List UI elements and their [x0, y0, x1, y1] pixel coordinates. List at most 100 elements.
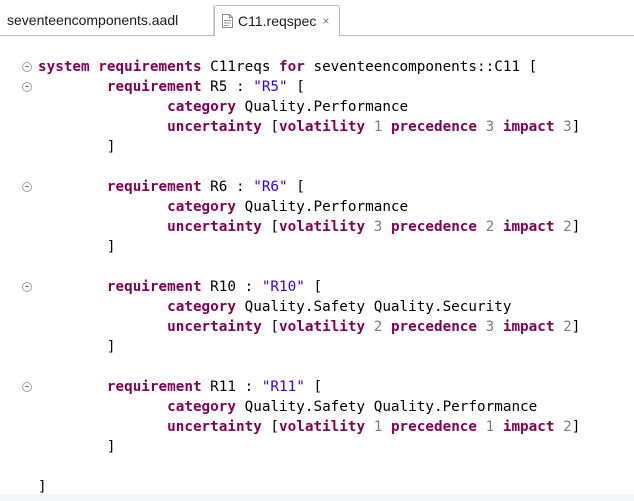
- editor-tab-bar: seventeencomponents.aadl C11.reqspec ×: [0, 0, 634, 36]
- tab-label: seventeencomponents.aadl: [7, 12, 179, 28]
- minus-circle-icon: [22, 82, 32, 92]
- code-number: 2: [563, 419, 572, 435]
- code-line: category Quality.Performance: [38, 97, 580, 117]
- code-string: "R11": [261, 379, 305, 395]
- code-keyword: requirement: [106, 379, 202, 395]
- code-text: [: [261, 219, 280, 235]
- fold-collapse-icon[interactable]: [22, 182, 32, 192]
- code-text: R5 :: [201, 79, 254, 95]
- code-text: Quality.Safety Quality.Performance: [236, 399, 538, 415]
- code-text: [: [261, 419, 280, 435]
- code-line: uncertainty [volatility 1 precedence 3 i…: [38, 117, 580, 137]
- code-text: Quality.Performance: [236, 99, 409, 115]
- code-keyword: volatility: [279, 319, 366, 335]
- code-keyword: impact: [502, 119, 555, 135]
- code-text: ]: [38, 139, 116, 155]
- code-keyword: volatility: [279, 419, 366, 435]
- code-line: uncertainty [volatility 3 precedence 2 i…: [38, 217, 580, 237]
- code-line: requirement R6 : "R6" [: [38, 177, 580, 197]
- code-keyword: category: [167, 299, 236, 315]
- code-area[interactable]: system requirements C11reqs for seventee…: [38, 57, 580, 497]
- minus-circle-icon: [22, 382, 32, 392]
- code-text: [: [287, 179, 305, 195]
- code-number: 2: [563, 319, 572, 335]
- code-text: [: [261, 319, 280, 335]
- fold-collapse-icon[interactable]: [22, 82, 32, 92]
- code-text: ]: [571, 419, 581, 435]
- minus-circle-icon: [22, 62, 32, 72]
- close-icon[interactable]: ×: [320, 6, 332, 37]
- code-text: R6 :: [201, 179, 254, 195]
- code-line: system requirements C11reqs for seventee…: [38, 57, 580, 77]
- minus-circle-icon: [22, 182, 32, 192]
- editor-bottom-strip: [0, 494, 634, 501]
- code-string: "R6": [253, 179, 288, 195]
- code-number: 3: [485, 119, 495, 135]
- fold-collapse-icon[interactable]: [22, 382, 32, 392]
- code-text: ]: [38, 339, 116, 355]
- code-line: ]: [38, 237, 580, 257]
- code-text: Quality.Safety Quality.Security: [236, 299, 512, 315]
- code-text: ]: [38, 439, 116, 455]
- code-text: seventeencomponents::C11 [: [304, 59, 538, 75]
- code-line: ]: [38, 437, 580, 457]
- code-number: 1: [485, 419, 495, 435]
- code-line: category Quality.Safety Quality.Security: [38, 297, 580, 317]
- code-text: ]: [571, 219, 581, 235]
- code-keyword: precedence: [390, 419, 478, 435]
- code-keyword: precedence: [390, 119, 478, 135]
- code-line: category Quality.Safety Quality.Performa…: [38, 397, 580, 417]
- code-number: 2: [563, 219, 572, 235]
- minus-circle-icon: [22, 282, 32, 292]
- fold-collapse-icon[interactable]: [22, 282, 32, 292]
- tab-label: C11.reqspec: [238, 13, 317, 29]
- code-text: R10 :: [201, 279, 262, 295]
- tab-seventeencomponents-aadl[interactable]: seventeencomponents.aadl: [0, 5, 214, 36]
- code-line: category Quality.Performance: [38, 197, 580, 217]
- code-text: ]: [38, 479, 47, 495]
- code-keyword: uncertainty: [167, 119, 262, 135]
- tab-c11-reqspec[interactable]: C11.reqspec ×: [214, 5, 340, 36]
- code-text: [: [304, 379, 323, 395]
- code-keyword: requirements: [98, 59, 202, 75]
- code-keyword: category: [167, 399, 236, 415]
- reqspec-file-icon: [222, 14, 233, 28]
- code-text: R11 :: [201, 379, 262, 395]
- code-keyword: uncertainty: [167, 319, 262, 335]
- code-text: [: [261, 119, 280, 135]
- code-line: ]: [38, 137, 580, 157]
- code-editor[interactable]: system requirements C11reqs for seventee…: [0, 36, 634, 501]
- code-keyword: volatility: [279, 119, 366, 135]
- code-keyword: requirement: [106, 279, 202, 295]
- code-text: ]: [38, 239, 116, 255]
- fold-collapse-icon[interactable]: [22, 62, 32, 72]
- code-number: 2: [485, 219, 495, 235]
- reqspec-editor-window: seventeencomponents.aadl C11.reqspec × s…: [0, 0, 634, 501]
- code-keyword: system: [38, 59, 90, 75]
- code-keyword: impact: [502, 219, 555, 235]
- code-keyword: precedence: [390, 319, 478, 335]
- code-keyword: requirement: [106, 79, 202, 95]
